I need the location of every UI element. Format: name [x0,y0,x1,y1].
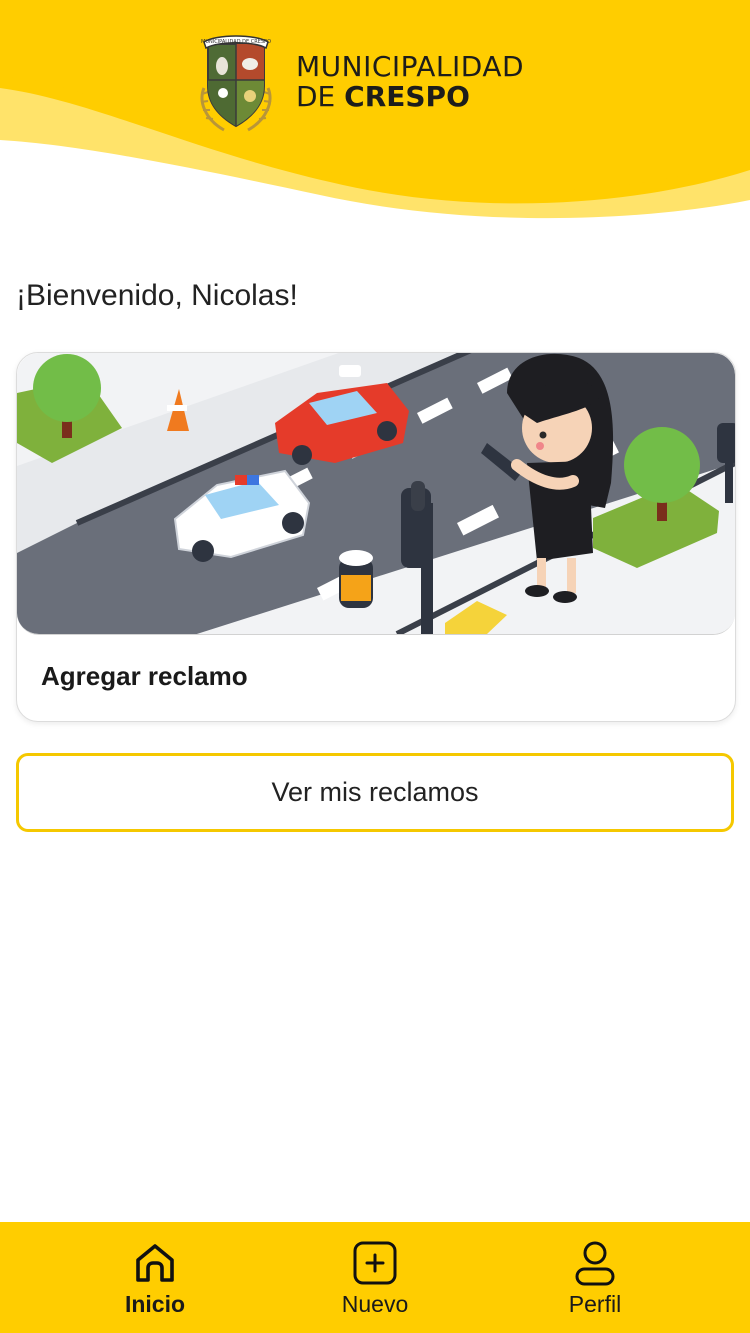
user-icon [575,1241,615,1286]
tab-inicio-label: Inicio [124,1291,186,1317]
plus-square-icon [353,1241,397,1285]
svg-text:MUNICIPALIDAD DE CRESPO: MUNICIPALIDAD DE CRESPO [201,39,271,45]
brand-line-1: MUNICIPALIDAD [296,50,525,83]
brand-line-2-prefix: DE [296,80,345,113]
tab-perfil[interactable]: Perfil [515,1222,675,1333]
tab-perfil-label: Perfil [568,1291,622,1317]
brand-line-2: DE CRESPO [296,82,524,112]
view-my-complaints-button[interactable]: Ver mis reclamos [16,753,734,832]
add-complaint-title: Agregar reclamo [41,661,248,691]
crespo-coat-of-arms-icon: MUNICIPALIDAD DE CRESPO [196,30,276,134]
welcome-greeting: ¡Bienvenido, Nicolas! [16,279,298,312]
add-complaint-card[interactable]: Agregar reclamo [16,352,736,722]
street-complaint-illustration [17,353,735,635]
tab-nuevo-label: Nuevo [341,1291,409,1317]
tab-inicio[interactable]: Inicio [75,1222,235,1333]
brand-wordmark: MUNICIPALIDAD DE CRESPO [296,52,524,112]
header-wave-background [0,0,750,219]
tab-nuevo[interactable]: Nuevo [295,1222,455,1333]
home-icon [136,1244,174,1282]
app-header: MUNICIPALIDAD DE CRESPO MUNICIPALIDAD DE… [0,0,750,230]
brand-line-2-bold: CRESPO [344,80,470,113]
bottom-tab-bar: Inicio Nuevo Perfil [0,1222,750,1333]
